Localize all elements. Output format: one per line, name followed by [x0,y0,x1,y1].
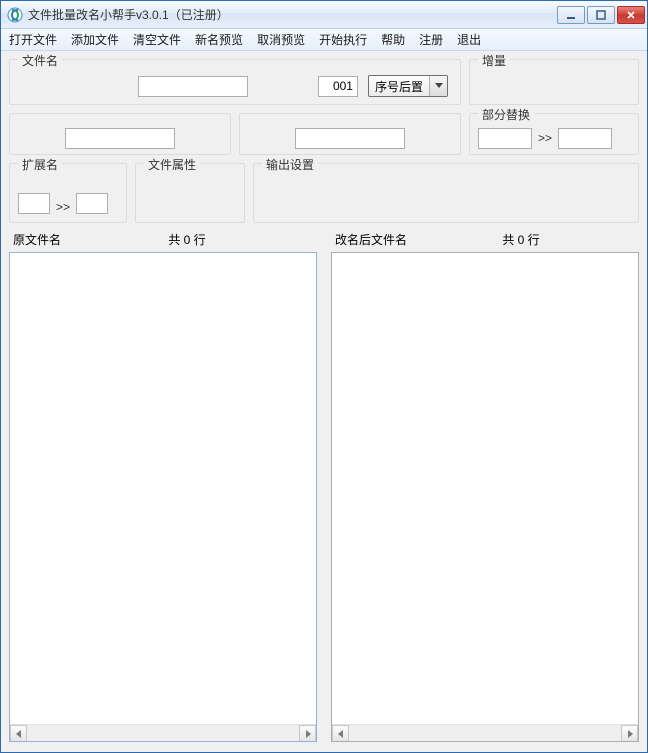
renamed-files-column: 改名后文件名 共 0 行 [331,231,639,742]
original-files-list[interactable] [9,252,317,742]
blank-input-2[interactable] [295,128,405,149]
window-title: 文件批量改名小帮手v3.0.1（已注册） [28,6,557,23]
replace-from-input[interactable] [478,128,532,149]
group-output-legend: 输出设置 [262,156,318,173]
blank-input-1[interactable] [65,128,175,149]
renamed-hscrollbar[interactable] [332,724,638,741]
original-files-count: 共 0 行 [61,231,313,248]
client-area: 文件名 序号后置 [1,51,647,752]
group-partial-replace: 部分替换 >> [469,113,639,155]
ext-to-input[interactable] [76,193,108,214]
original-files-column: 原文件名 共 0 行 [9,231,317,742]
menu-start-exec[interactable]: 开始执行 [317,30,369,49]
replace-arrow-label: >> [536,131,554,145]
scroll-left-icon[interactable] [10,725,27,742]
menu-help[interactable]: 帮助 [379,30,407,49]
window-buttons [557,6,645,24]
menu-bar: 打开文件 添加文件 清空文件 新名预览 取消预览 开始执行 帮助 注册 退出 [1,29,647,51]
group-extension: 扩展名 >> [9,163,127,223]
group-attributes-legend: 文件属性 [144,156,200,173]
sequence-mode-select[interactable]: 序号后置 [368,75,448,97]
group-filename: 文件名 序号后置 [9,59,461,105]
original-hscrollbar[interactable] [10,724,316,741]
group-partial-replace-legend: 部分替换 [478,106,534,123]
app-window: 文件批量改名小帮手v3.0.1（已注册） 打开文件 添加文件 清空文件 新名预览… [0,0,648,753]
app-icon [7,7,23,23]
ext-from-input[interactable] [18,193,50,214]
scroll-right-icon[interactable] [621,725,638,742]
chevron-down-icon [429,76,447,96]
menu-open-file[interactable]: 打开文件 [7,30,59,49]
sequence-mode-text: 序号后置 [369,76,429,96]
menu-add-file[interactable]: 添加文件 [69,30,121,49]
menu-register[interactable]: 注册 [417,30,445,49]
group-attributes: 文件属性 [135,163,245,223]
group-blank-right [239,113,461,155]
menu-clear-files[interactable]: 清空文件 [131,30,183,49]
group-increment-legend: 增量 [478,52,510,69]
group-blank-left [9,113,231,155]
menu-preview-new[interactable]: 新名预览 [193,30,245,49]
sequence-number-input[interactable] [318,76,358,97]
filename-input[interactable] [138,76,248,97]
ext-arrow-label: >> [54,200,72,214]
group-filename-legend: 文件名 [18,52,62,69]
title-bar: 文件批量改名小帮手v3.0.1（已注册） [1,1,647,29]
group-output: 输出设置 [253,163,639,223]
renamed-files-label: 改名后文件名 [335,231,407,248]
replace-to-input[interactable] [558,128,612,149]
close-button[interactable] [617,6,645,24]
minimize-button[interactable] [557,6,585,24]
renamed-files-count: 共 0 行 [407,231,635,248]
original-files-label: 原文件名 [13,231,61,248]
group-extension-legend: 扩展名 [18,156,62,173]
renamed-files-list[interactable] [331,252,639,742]
group-increment: 增量 [469,59,639,105]
maximize-button[interactable] [587,6,615,24]
scroll-right-icon[interactable] [299,725,316,742]
menu-cancel-preview[interactable]: 取消预览 [255,30,307,49]
scroll-left-icon[interactable] [332,725,349,742]
menu-exit[interactable]: 退出 [455,30,483,49]
